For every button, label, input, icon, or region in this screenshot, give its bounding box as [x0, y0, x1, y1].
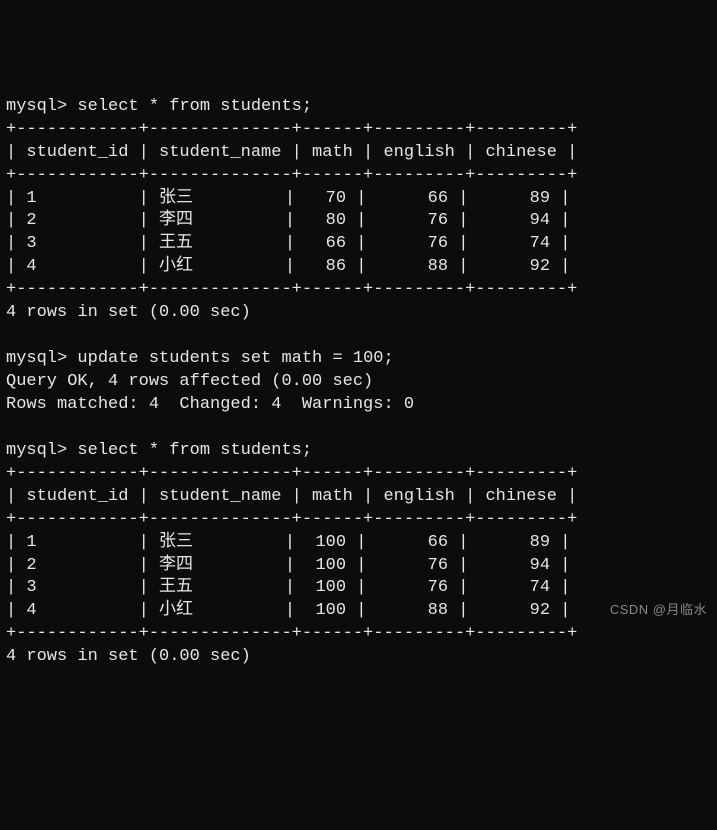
table-border: +------------+--------------+------+----…	[6, 120, 577, 139]
table-row: | 3 | 王五 | 100 | 76 | 74 |	[6, 578, 571, 597]
table-header: | student_id | student_name | math | eng…	[6, 487, 577, 506]
sql-select-1: select * from students;	[77, 97, 312, 116]
prompt: mysql>	[6, 441, 67, 460]
prompt: mysql>	[6, 97, 67, 116]
table-border: +------------+--------------+------+----…	[6, 510, 577, 529]
sql-select-2: select * from students;	[77, 441, 312, 460]
table-row: | 4 | 小红 | 100 | 88 | 92 |	[6, 601, 571, 620]
sql-update: update students set math = 100;	[77, 349, 393, 368]
rows-in-set: 4 rows in set (0.00 sec)	[6, 303, 251, 322]
table-row: | 2 | 李四 | 80 | 76 | 94 |	[6, 211, 571, 230]
watermark: CSDN @月临水	[610, 601, 707, 619]
table-header: | student_id | student_name | math | eng…	[6, 143, 577, 162]
table-border: +------------+--------------+------+----…	[6, 624, 577, 643]
table-row: | 4 | 小红 | 86 | 88 | 92 |	[6, 257, 571, 276]
rows-in-set: 4 rows in set (0.00 sec)	[6, 647, 251, 666]
terminal-output: mysql> select * from students; +--------…	[6, 96, 711, 669]
table-row: | 1 | 张三 | 100 | 66 | 89 |	[6, 533, 571, 552]
prompt: mysql>	[6, 349, 67, 368]
update-result-2: Rows matched: 4 Changed: 4 Warnings: 0	[6, 395, 414, 414]
table-row: | 1 | 张三 | 70 | 66 | 89 |	[6, 189, 571, 208]
table-border: +------------+--------------+------+----…	[6, 280, 577, 299]
update-result-1: Query OK, 4 rows affected (0.00 sec)	[6, 372, 373, 391]
table-row: | 2 | 李四 | 100 | 76 | 94 |	[6, 556, 571, 575]
table-border: +------------+--------------+------+----…	[6, 166, 577, 185]
table-row: | 3 | 王五 | 66 | 76 | 74 |	[6, 234, 571, 253]
table-border: +------------+--------------+------+----…	[6, 464, 577, 483]
